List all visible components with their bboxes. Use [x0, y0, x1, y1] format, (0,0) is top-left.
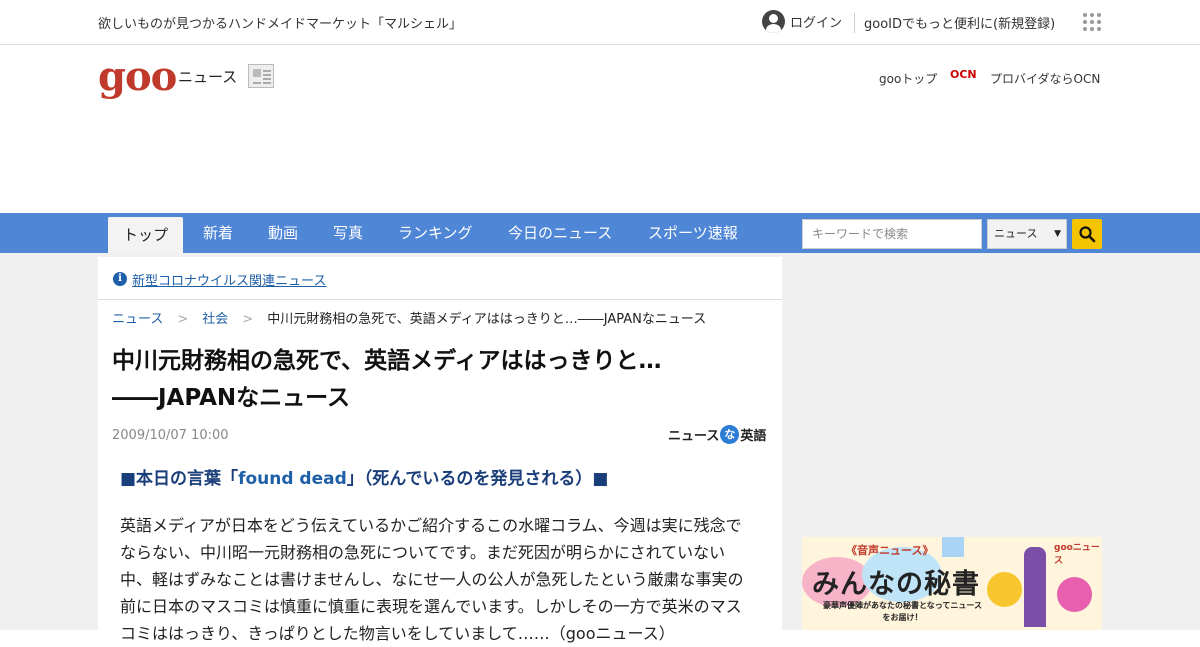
nav-tab-today[interactable]: 今日のニュース	[508, 213, 612, 253]
section-title[interactable]: ニュース	[178, 66, 237, 87]
ocn-link[interactable]: プロバイダならOCN	[990, 70, 1100, 87]
article-date: 2009/10/07 10:00	[112, 428, 229, 443]
breadcrumb-current: 中川元財務相の急死で、英語メディアははっきりと…――JAPANなニュース	[267, 312, 707, 327]
user-icon	[762, 10, 785, 33]
character-illustration	[1057, 577, 1092, 612]
article-panel: i 新型コロナウイルス関連ニュース ニュース > 社会 > 中川元財務相の急死で、英語メ…	[98, 257, 782, 643]
banner-tag: 《音声ニュース》	[846, 544, 934, 557]
article-title-line2: ――JAPANなニュース	[112, 385, 351, 411]
promo-link[interactable]: 欲しいものが見つかるハンドメイドマーケット「マルシェル」	[98, 13, 462, 32]
lead-suffix: 」（死んでいるのを発見される）■	[346, 469, 609, 489]
lead-prefix: ■本日の言葉「	[120, 469, 239, 489]
decorative-bubble	[942, 537, 964, 557]
nav-tab-new[interactable]: 新着	[203, 213, 233, 253]
breadcrumb-separator: >	[177, 312, 189, 327]
article-title: 中川元財務相の急死で、英語メディアははっきりと… ――JAPANなニュース	[112, 343, 752, 417]
register-link[interactable]: gooIDでもっと便利に(新規登録)	[864, 13, 1055, 32]
lead-keyword: found dead	[238, 469, 347, 489]
nav-tab-photo[interactable]: 写真	[333, 213, 363, 253]
app-grid-icon[interactable]	[1083, 13, 1101, 31]
login-button[interactable]: ログイン	[762, 10, 842, 33]
breadcrumb: ニュース > 社会 > 中川元財務相の急死で、英語メディアははっきりと…――JAPANな…	[112, 308, 706, 327]
newspaper-icon	[248, 64, 274, 88]
nav-tab-ranking[interactable]: ランキング	[398, 213, 473, 253]
covid-news-link[interactable]: 新型コロナウイルス関連ニュース	[132, 270, 326, 289]
source-logo-right: 英語	[740, 429, 767, 444]
source-logo-mid: な	[720, 425, 740, 444]
caret-down-icon: ▼	[1054, 229, 1061, 239]
goo-top-link[interactable]: gooトップ	[879, 70, 937, 87]
source-logo[interactable]: ニュース な 英語	[668, 425, 766, 444]
article-lead: ■本日の言葉「found dead」（死んでいるのを発見される）■	[120, 464, 609, 489]
breadcrumb-society[interactable]: 社会	[202, 312, 228, 327]
divider	[854, 13, 855, 33]
search-icon	[1079, 226, 1096, 243]
search-scope-value: ニュース	[994, 227, 1038, 240]
breadcrumb-news[interactable]: ニュース	[112, 312, 163, 327]
search-input[interactable]	[802, 219, 982, 249]
search-button[interactable]	[1072, 219, 1102, 249]
character-illustration	[987, 572, 1022, 607]
top-bar: 欲しいものが見つかるハンドメイドマーケット「マルシェル」 ログイン gooIDで…	[0, 0, 1200, 45]
nav-tab-video[interactable]: 動画	[268, 213, 298, 253]
character-illustration	[1024, 547, 1046, 627]
audio-news-banner[interactable]: 《音声ニュース》 gooニュース みんなの秘書 豪華声優陣があなたの秘書となって…	[802, 537, 1102, 630]
article-body: 英語メディアが日本をどう伝えているかご紹介するこの水曜コラム、今週は実に残念でな…	[120, 516, 744, 643]
ocn-logo-icon: OCN	[950, 68, 977, 81]
article-title-line1: 中川元財務相の急死で、英語メディアははっきりと…	[112, 348, 662, 374]
source-logo-left: ニュース	[668, 429, 720, 444]
goo-logo[interactable]: goo	[98, 57, 177, 97]
nav-tab-sports[interactable]: スポーツ速報	[648, 213, 738, 253]
breadcrumb-separator: >	[242, 312, 254, 327]
nav-tab-top[interactable]: トップ	[108, 217, 184, 253]
banner-title: みんなの秘書	[812, 569, 980, 600]
login-label: ログイン	[790, 16, 843, 31]
banner-subtitle: 豪華声優陣があなたの秘書となってニュースをお届け！	[823, 601, 982, 622]
info-icon: i	[113, 272, 127, 286]
banner-brand: gooニュース	[1054, 543, 1100, 566]
notice-bar: i 新型コロナウイルス関連ニュース	[98, 257, 782, 300]
search-scope-select[interactable]: ニュース ▼	[987, 219, 1067, 249]
